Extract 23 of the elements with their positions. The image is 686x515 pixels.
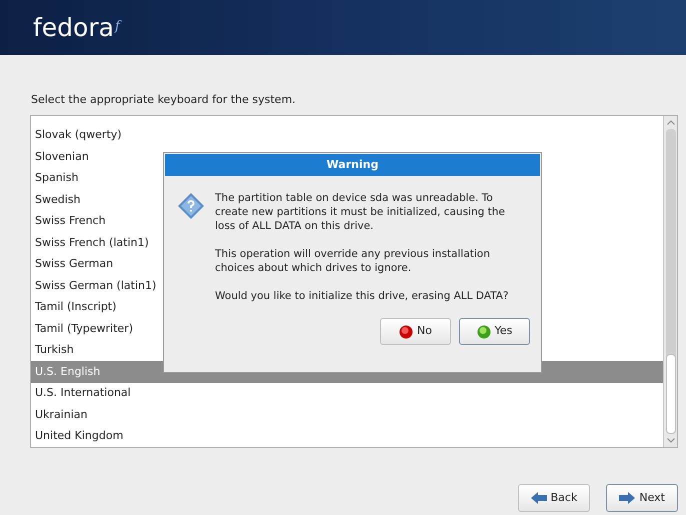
keyboard-option[interactable]: Slovak (qwerty) bbox=[31, 125, 663, 146]
back-button[interactable]: Back bbox=[518, 484, 590, 512]
circle-icon bbox=[476, 324, 491, 338]
right-arrow-icon bbox=[619, 492, 636, 504]
keyboard-option[interactable]: Ukrainian bbox=[31, 404, 663, 426]
yes-button[interactable]: Yes bbox=[459, 318, 530, 345]
question-icon bbox=[178, 193, 204, 219]
prompt-text: Select the appropriate keyboard for the system. bbox=[31, 93, 296, 106]
dialog-message: This operation will override any previous installation choices about which drives to ignore. bbox=[215, 247, 491, 275]
keyboard-option[interactable]: United Kingdom bbox=[31, 426, 663, 448]
dialog-title: Warning bbox=[326, 156, 378, 173]
no-button[interactable]: No bbox=[380, 318, 451, 345]
keyboard-option[interactable]: U.S. International bbox=[31, 382, 663, 404]
circle-icon bbox=[399, 324, 414, 338]
scroll-up-icon[interactable] bbox=[666, 120, 674, 125]
dialog-message: The partition table on device sda was unreadable. To create new partitions it must be initialized, causing the loss of ALL DATA on this drive. bbox=[215, 191, 506, 233]
scroll-down-icon[interactable] bbox=[666, 438, 674, 443]
fedora-logo: fedora$^{f}$ bbox=[33, 15, 120, 40]
scrollbar-thumb[interactable] bbox=[666, 354, 676, 434]
dialog-message: Would you like to initialize this drive, erasing ALL DATA? bbox=[215, 289, 510, 303]
left-arrow-icon bbox=[530, 492, 547, 504]
next-button[interactable]: Next bbox=[606, 484, 678, 512]
scrollbar[interactable] bbox=[663, 116, 677, 447]
